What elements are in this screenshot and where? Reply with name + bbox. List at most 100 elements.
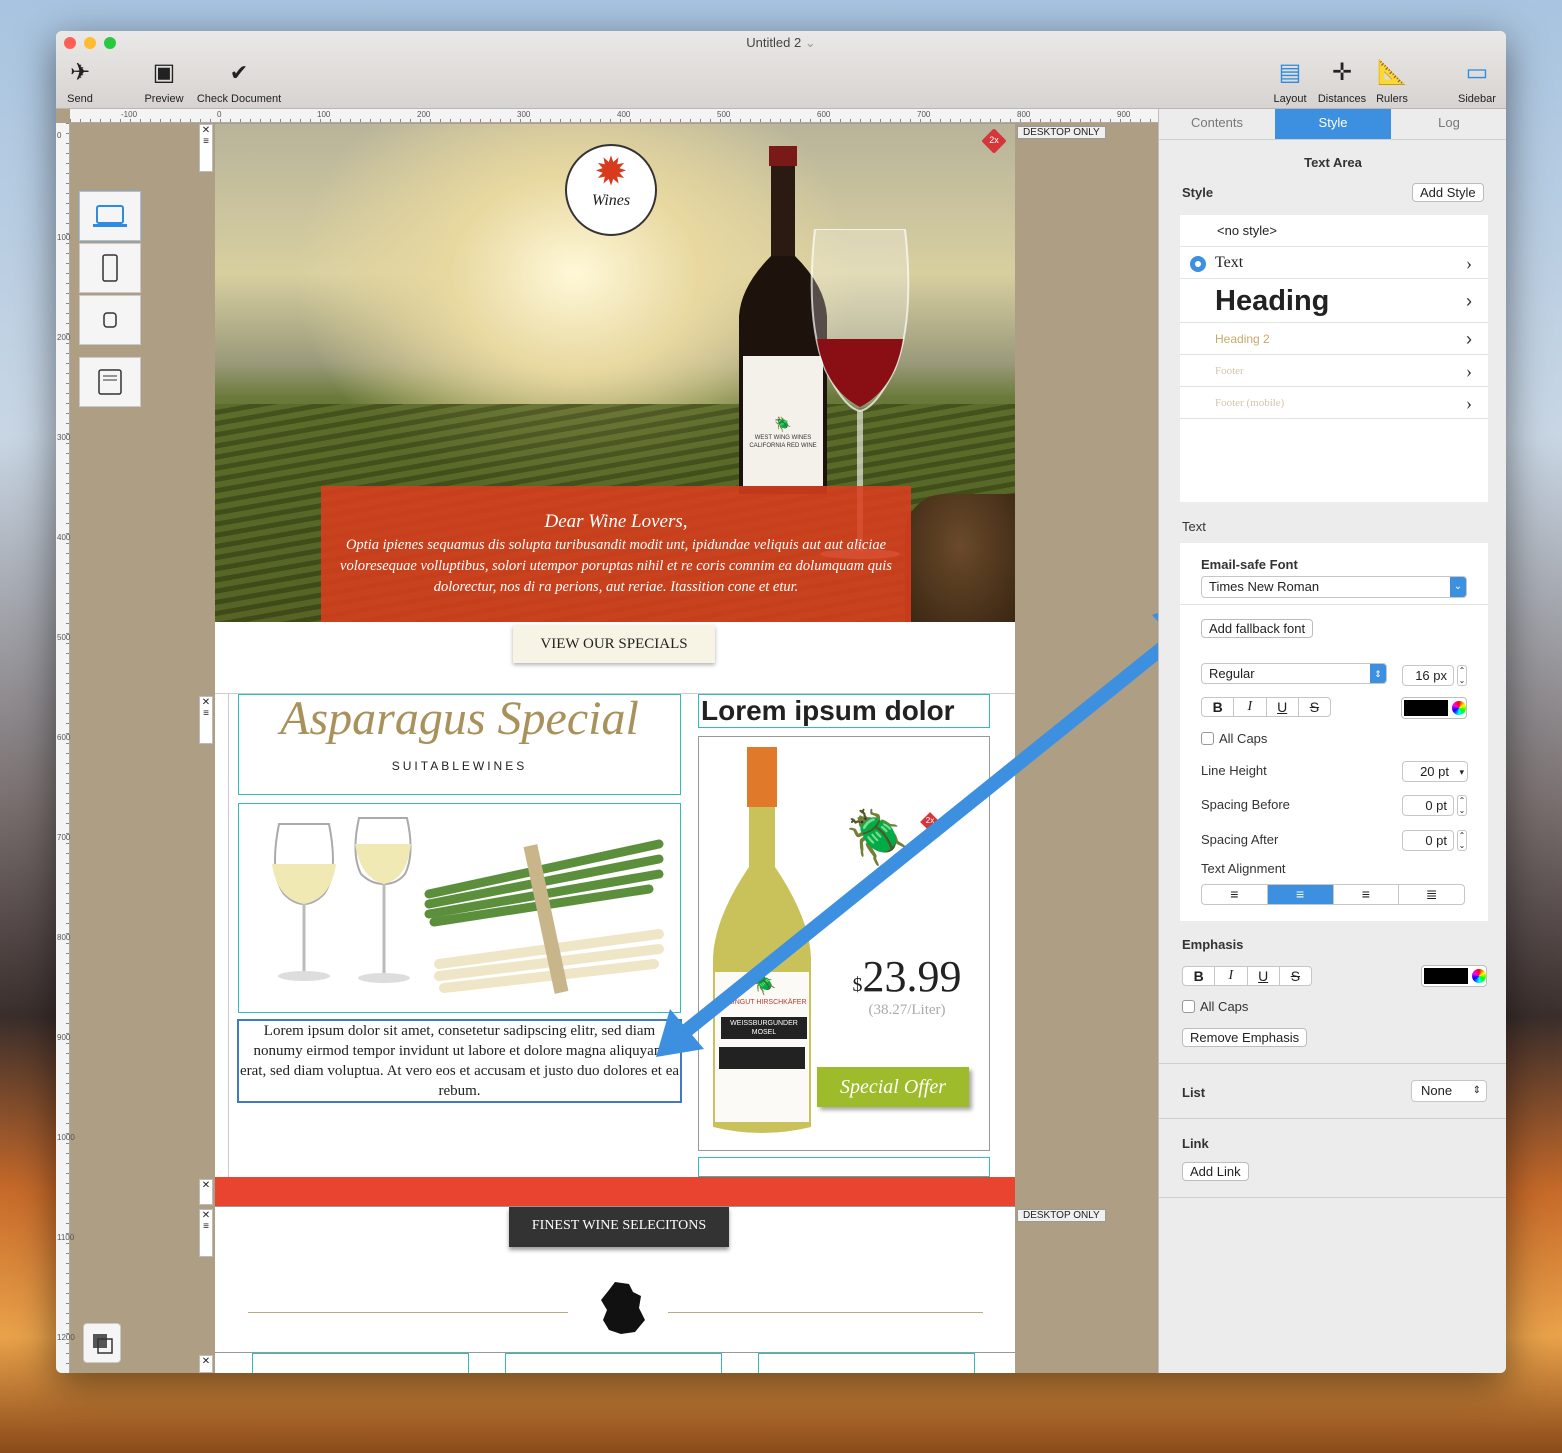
asparagus-subtitle: SUITABLEWINES [391,759,528,773]
ruler-label: 300 [57,433,71,442]
send-button[interactable]: ✈ Send [60,57,100,105]
watch-icon [103,312,117,328]
laptop-icon [93,205,127,227]
emphasis-format-buttons: B I U S [1182,966,1312,986]
spacing-after-stepper[interactable]: ⌃ ⌄ [1457,830,1467,851]
wine-product-block[interactable]: 🪲 WEINGUT HIRSCHKÄFER WEISSBURGUNDER MOS… [698,736,990,1151]
line-height-field[interactable]: 20 pt ▾ [1402,761,1468,782]
style-item-heading-2[interactable]: Heading 2 › [1180,323,1488,355]
email-document[interactable]: 2x ✹ Wines 🪲 WEST WING WINES CALIFORNIA … [215,124,1015,1373]
greeting-text: Dear Wine Lovers, [544,511,688,532]
finest-wine-selections-button[interactable]: FINEST WINE SELECITONS [509,1207,729,1247]
style-item-footer[interactable]: Footer › [1180,355,1488,387]
phone-view-button[interactable] [79,243,141,293]
align-center-button[interactable]: ≡ [1267,885,1334,904]
tab-log[interactable]: Log [1391,109,1506,139]
font-weight-select[interactable]: Regular ⇕ [1201,663,1387,684]
tab-style[interactable]: Style [1275,109,1391,139]
distances-button[interactable]: ✛ Distances [1314,57,1370,105]
spacing-before-field[interactable]: 0 pt [1402,795,1454,816]
align-center-icon: ≡ [1296,886,1305,902]
spacing-after-field[interactable]: 0 pt [1402,830,1454,851]
add-link-button[interactable]: Add Link [1182,1162,1249,1181]
product-column[interactable] [252,1353,469,1373]
font-weight-value: Regular [1209,666,1255,681]
sidebar-icon: ▭ [1465,59,1489,86]
spacing-before-stepper[interactable]: ⌃ ⌄ [1457,795,1467,816]
desktop-view-button[interactable] [79,191,141,241]
align-right-button[interactable]: ≡ [1334,885,1400,904]
ruler-label: 900 [57,1033,71,1042]
style-item-label: Footer [1215,365,1244,377]
row-handle[interactable]: ✕ ≡ [199,1209,213,1257]
emphasis-strikethrough-button[interactable]: S [1280,967,1311,985]
layers-button[interactable] [83,1323,121,1363]
strikethrough-button[interactable]: S [1299,698,1330,716]
rulers-button[interactable]: 📐 Rulers [1370,57,1414,105]
font-select[interactable]: Times New Roman ⌄ [1201,576,1467,598]
emphasis-color-well[interactable] [1421,965,1487,987]
horizontal-ruler: -100 0 100 200 300 400 500 600 700 800 9… [70,109,1158,123]
product-column[interactable] [505,1353,722,1373]
lorem-heading: Lorem ipsum dolor [701,695,955,726]
style-item-label: Heading [1215,285,1330,317]
text-color-well[interactable] [1401,697,1467,719]
paper-plane-icon: ✈ [69,59,91,86]
row-handle[interactable]: ✕ [199,1179,213,1205]
design-canvas[interactable]: -100 0 100 200 300 400 500 600 700 800 9… [56,109,1158,1373]
align-right-icon: ≡ [1361,886,1370,902]
distances-icon: ✛ [1331,59,1353,86]
style-item-footer-mobile[interactable]: Footer (mobile) › [1180,387,1488,419]
sidebar-button[interactable]: ▭ Sidebar [1452,57,1502,105]
layout-button[interactable]: ▤ Layout [1268,57,1312,105]
text-alignment-label: Text Alignment [1201,861,1286,876]
style-item-no-style[interactable]: <no style> [1180,215,1488,247]
emphasis-underline-button[interactable]: U [1248,967,1280,985]
line-height-value: 20 pt [1420,764,1449,779]
asparagus-header-block[interactable]: Asparagus Special SUITABLEWINES [238,693,681,795]
price-currency: $ [852,974,863,996]
all-caps-checkbox[interactable] [1201,732,1214,745]
style-item-heading[interactable]: Heading › [1180,279,1488,323]
italic-button[interactable]: I [1234,698,1267,716]
tab-contents[interactable]: Contents [1159,109,1275,139]
emphasis-italic-button[interactable]: I [1215,967,1248,985]
ruler-label: 500 [717,110,731,119]
stepper-icon: ⇕ [1472,1085,1481,1096]
align-justify-button[interactable]: ≣ [1399,885,1464,904]
font-size-field[interactable]: 16 px [1402,665,1454,686]
style-item-label: Text [1215,254,1244,271]
spacing-before-label: Spacing Before [1201,797,1290,812]
red-divider-banner[interactable] [215,1177,1015,1206]
selected-text-area[interactable]: Lorem ipsum dolor sit amet, consetetur s… [237,1019,682,1103]
color-wheel-icon [1472,969,1486,983]
asparagus-image-block[interactable] [238,803,681,1013]
list-type-select[interactable]: None ⇕ [1411,1080,1487,1102]
check-document-button[interactable]: ✔ Check Document [192,57,286,105]
font-size-stepper[interactable]: ⌃ ⌄ [1457,665,1467,686]
row-handle[interactable]: ✕ [199,1355,213,1373]
bold-button[interactable]: B [1202,698,1235,716]
watch-view-button[interactable] [79,295,141,345]
special-offer-button[interactable]: Special Offer [817,1067,969,1107]
lorem-heading-block[interactable]: Lorem ipsum dolor [698,694,990,728]
align-left-button[interactable]: ≡ [1202,885,1268,904]
emphasis-bold-button[interactable]: B [1183,967,1216,985]
product-column[interactable] [758,1353,975,1373]
empty-block[interactable] [698,1157,990,1177]
add-style-button[interactable]: Add Style [1412,183,1484,202]
row-handle[interactable]: ✕ ≡ [199,696,213,744]
row-handle[interactable]: ✕ ≡ [199,124,213,172]
preview-button[interactable]: ▣ Preview [140,57,188,105]
add-fallback-font-button[interactable]: Add fallback font [1201,619,1314,638]
remove-emphasis-button[interactable]: Remove Emphasis [1182,1028,1308,1047]
text-settings-panel: Email-safe Font Times New Roman ⌄ Add fa… [1180,543,1488,921]
list-label: List [1182,1085,1206,1100]
view-specials-button[interactable]: VIEW OUR SPECIALS [513,625,715,663]
plain-text-view-button[interactable] [79,357,141,407]
intro-banner[interactable]: Dear Wine Lovers, Optia ipienes sequamus… [321,486,911,622]
emphasis-all-caps-checkbox[interactable] [1182,1000,1195,1013]
style-item-text[interactable]: Text › [1180,247,1488,279]
underline-button[interactable]: U [1267,698,1299,716]
intro-text: Optia ipienes sequamus dis solupta turib… [340,537,892,595]
